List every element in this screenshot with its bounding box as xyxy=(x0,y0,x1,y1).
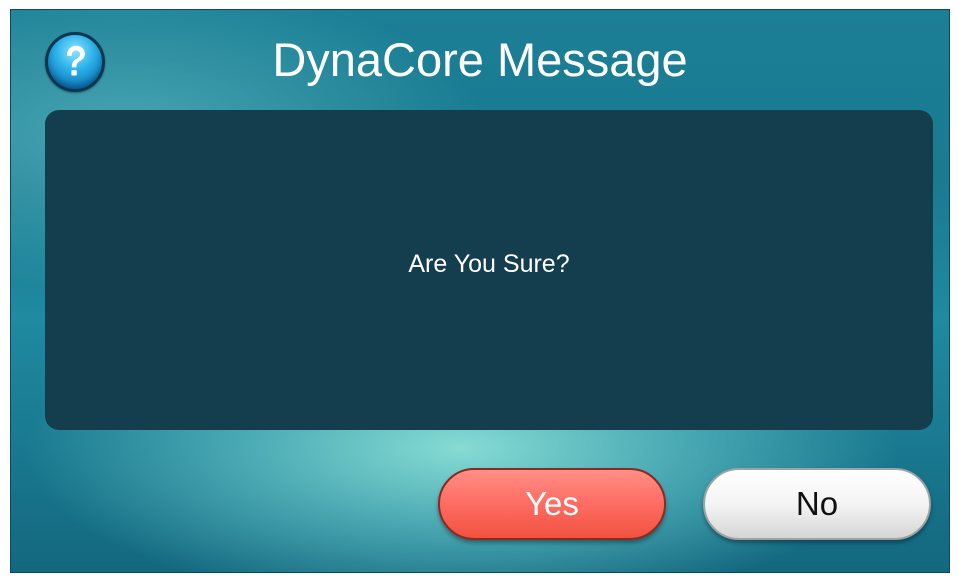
no-button[interactable]: No xyxy=(703,468,931,540)
dialog-title-bar: DynaCore Message xyxy=(11,10,949,110)
no-button-label: No xyxy=(795,485,839,522)
message-panel: Are You Sure? xyxy=(45,110,933,430)
yes-button[interactable]: Yes xyxy=(438,468,666,540)
message-dialog: DynaCore Message Are You Sure? Yes No xyxy=(10,9,950,573)
yes-button-label: Yes xyxy=(525,485,579,522)
message-text: Are You Sure? xyxy=(408,249,570,278)
dialog-title: DynaCore Message xyxy=(272,33,688,86)
